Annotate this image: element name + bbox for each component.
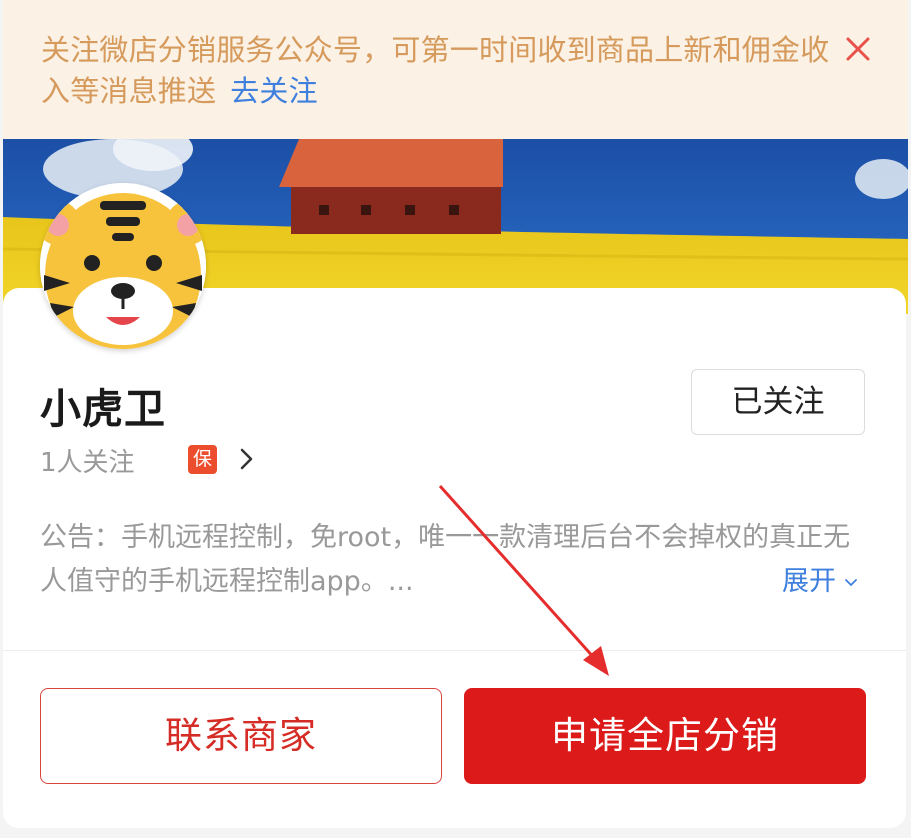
expand-announcement-button[interactable]: 展开 bbox=[782, 560, 858, 604]
tiger-avatar-icon bbox=[40, 183, 206, 349]
followed-button[interactable]: 已关注 bbox=[691, 369, 865, 435]
guarantee-badge-icon[interactable]: 保 bbox=[188, 445, 217, 474]
close-icon[interactable] bbox=[841, 32, 875, 66]
contact-merchant-button[interactable]: 联系商家 bbox=[40, 688, 442, 784]
divider bbox=[3, 650, 906, 651]
notice-text: 关注微店分销服务公众号，可第一时间收到商品上新和佣金收入等消息推送 bbox=[41, 33, 830, 108]
chevron-down-icon bbox=[845, 578, 857, 586]
shop-page: 关注微店分销服务公众号，可第一时间收到商品上新和佣金收入等消息推送 去关注 小虎… bbox=[0, 0, 911, 838]
apply-distribution-button[interactable]: 申请全店分销 bbox=[464, 688, 866, 784]
follow-link[interactable]: 去关注 bbox=[230, 74, 318, 108]
shop-name: 小虎卫 bbox=[40, 385, 166, 433]
follower-count: 1人关注 bbox=[40, 448, 135, 478]
chevron-right-icon[interactable] bbox=[236, 446, 256, 472]
expand-label: 展开 bbox=[782, 566, 836, 597]
shop-avatar[interactable] bbox=[40, 183, 206, 349]
shop-announcement: 公告：手机远程控制，免root，唯一一款清理后台不会掉权的真正无人值守的手机远程… bbox=[40, 522, 851, 597]
follow-notice-bar: 关注微店分销服务公众号，可第一时间收到商品上新和佣金收入等消息推送 去关注 bbox=[3, 0, 908, 139]
notice-message: 关注微店分销服务公众号，可第一时间收到商品上新和佣金收入等消息推送 去关注 bbox=[41, 30, 831, 112]
